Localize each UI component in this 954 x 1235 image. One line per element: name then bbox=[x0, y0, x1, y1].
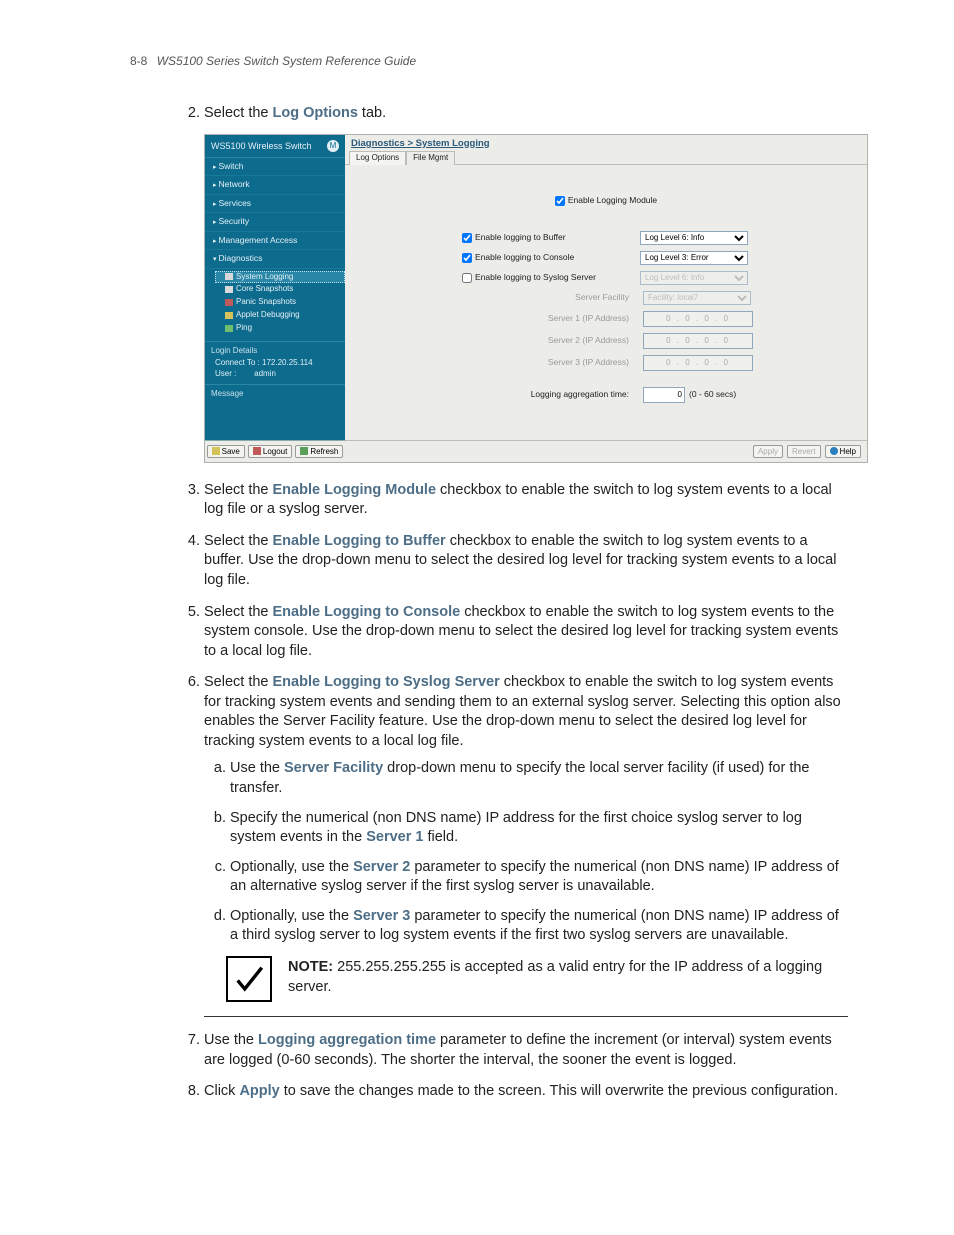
bold-aggregation: Logging aggregation time bbox=[258, 1032, 436, 1048]
refresh-icon bbox=[300, 447, 308, 455]
bold-enable-syslog: Enable Logging to Syslog Server bbox=[273, 674, 500, 690]
screenshot: WS5100 Wireless Switch M Switch Network … bbox=[204, 134, 868, 463]
breadcrumb: Diagnostics > System Logging bbox=[345, 135, 867, 151]
tab-file-mgmt[interactable]: File Mgmt bbox=[406, 151, 455, 165]
step-7: Use the Logging aggregation time paramet… bbox=[204, 1031, 848, 1070]
step-6a: Use the Server Facility drop-down menu t… bbox=[230, 759, 848, 798]
step-6: Select the Enable Logging to Syslog Serv… bbox=[204, 673, 848, 1017]
step-6c: Optionally, use the Server 2 parameter t… bbox=[230, 858, 848, 897]
page-icon bbox=[225, 273, 233, 280]
login-details-panel: Login Details Connect To : 172.20.25.114… bbox=[205, 341, 345, 384]
server1-ip-input[interactable] bbox=[643, 311, 753, 327]
note-text: 255.255.255.255 is accepted as a valid e… bbox=[288, 959, 822, 995]
nav-management-access[interactable]: Management Access bbox=[205, 232, 345, 250]
tree-system-logging[interactable]: System Logging bbox=[215, 271, 345, 284]
main-panel: Diagnostics > System Logging Log Options… bbox=[345, 135, 867, 462]
enable-buffer-label: Enable logging to Buffer bbox=[462, 232, 566, 242]
bold-apply: Apply bbox=[239, 1083, 279, 1099]
message-title: Message bbox=[211, 389, 339, 400]
help-icon bbox=[830, 447, 838, 455]
tree-core-snapshots[interactable]: Core Snapshots bbox=[215, 283, 345, 296]
buffer-loglevel-select[interactable]: Log Level 6: Info bbox=[640, 231, 748, 245]
nav-diagnostics[interactable]: Diagnostics bbox=[205, 250, 345, 268]
refresh-button[interactable]: Refresh bbox=[295, 445, 343, 458]
save-icon bbox=[212, 447, 220, 455]
doc-title: WS5100 Series Switch System Reference Gu… bbox=[157, 54, 416, 68]
page-header: 8-8 WS5100 Series Switch System Referenc… bbox=[130, 54, 848, 68]
enable-logging-module-checkbox[interactable] bbox=[555, 196, 565, 206]
tab-bar: Log Options File Mgmt bbox=[345, 150, 867, 165]
bold-enable-module: Enable Logging Module bbox=[273, 482, 437, 498]
enable-console-label: Enable logging to Console bbox=[462, 252, 574, 262]
checkmark-icon bbox=[226, 956, 272, 1002]
tab-log-options[interactable]: Log Options bbox=[349, 151, 406, 165]
syslog-loglevel-select[interactable]: Log Level 6: Info bbox=[640, 271, 748, 285]
nav-switch[interactable]: Switch bbox=[205, 158, 345, 176]
bold-server1: Server 1 bbox=[366, 829, 423, 845]
server1-label: Server 1 (IP Address) bbox=[459, 313, 635, 324]
logout-button[interactable]: Logout bbox=[248, 445, 292, 458]
bold-log-options: Log Options bbox=[273, 105, 358, 121]
bold-enable-buffer: Enable Logging to Buffer bbox=[273, 533, 446, 549]
sidebar: WS5100 Wireless Switch M Switch Network … bbox=[205, 135, 345, 462]
ping-icon bbox=[225, 325, 233, 332]
enable-syslog-label: Enable logging to Syslog Server bbox=[462, 272, 596, 282]
step-6d: Optionally, use the Server 3 parameter t… bbox=[230, 907, 848, 946]
bug-icon bbox=[225, 312, 233, 319]
nav-security[interactable]: Security bbox=[205, 213, 345, 231]
login-details-title: Login Details bbox=[211, 346, 339, 357]
server2-label: Server 2 (IP Address) bbox=[459, 335, 635, 346]
aggregation-time-input[interactable] bbox=[643, 387, 685, 403]
server-facility-label: Server Facility bbox=[459, 292, 635, 303]
page-number: 8-8 bbox=[130, 54, 147, 68]
nav-services[interactable]: Services bbox=[205, 195, 345, 213]
step-3: Select the Enable Logging Module checkbo… bbox=[204, 481, 848, 520]
page-icon bbox=[225, 286, 233, 293]
tree-applet-debugging[interactable]: Applet Debugging bbox=[215, 309, 345, 322]
help-button[interactable]: Help bbox=[825, 445, 861, 458]
footer-button-bar: Apply Revert Help bbox=[345, 440, 867, 462]
logout-icon bbox=[253, 447, 261, 455]
server3-ip-input[interactable] bbox=[643, 355, 753, 371]
connect-ip: 172.20.25.114 bbox=[262, 358, 313, 367]
save-button[interactable]: Save bbox=[207, 445, 245, 458]
bold-server3: Server 3 bbox=[353, 908, 410, 924]
step-5: Select the Enable Logging to Console che… bbox=[204, 603, 848, 662]
bold-enable-console: Enable Logging to Console bbox=[273, 604, 461, 620]
diagnostics-tree: System Logging Core Snapshots Panic Snap… bbox=[205, 269, 345, 341]
note-label: NOTE: bbox=[288, 959, 333, 975]
bold-server2: Server 2 bbox=[353, 859, 410, 875]
console-loglevel-select[interactable]: Log Level 3: Error bbox=[640, 251, 748, 265]
note-block: NOTE: 255.255.255.255 is accepted as a v… bbox=[204, 956, 848, 1017]
enable-console-checkbox[interactable] bbox=[462, 253, 472, 263]
motorola-logo-icon: M bbox=[327, 140, 339, 152]
aggregation-label: Logging aggregation time: bbox=[459, 389, 635, 400]
enable-buffer-checkbox[interactable] bbox=[462, 233, 472, 243]
enable-logging-module-label: Enable Logging Module bbox=[555, 195, 657, 205]
step-6b: Specify the numerical (non DNS name) IP … bbox=[230, 809, 848, 848]
bold-server-facility: Server Facility bbox=[284, 760, 383, 776]
tree-ping[interactable]: Ping bbox=[215, 322, 345, 335]
nav-network[interactable]: Network bbox=[205, 176, 345, 194]
aggregation-hint: (0 - 60 secs) bbox=[689, 389, 736, 400]
enable-syslog-checkbox[interactable] bbox=[462, 273, 472, 283]
server3-label: Server 3 (IP Address) bbox=[459, 357, 635, 368]
tree-panic-snapshots[interactable]: Panic Snapshots bbox=[215, 296, 345, 309]
step-8: Click Apply to save the changes made to … bbox=[204, 1082, 848, 1102]
apply-button[interactable]: Apply bbox=[753, 445, 783, 458]
login-user: admin bbox=[254, 369, 276, 378]
server2-ip-input[interactable] bbox=[643, 333, 753, 349]
brand-label: WS5100 Wireless Switch bbox=[211, 140, 312, 152]
server-facility-select[interactable]: Facility: local7 bbox=[643, 291, 751, 305]
step-4: Select the Enable Logging to Buffer chec… bbox=[204, 532, 848, 591]
sidebar-button-row: Save Logout Refresh bbox=[205, 440, 345, 462]
message-panel: Message bbox=[205, 384, 345, 440]
brand-bar: WS5100 Wireless Switch M bbox=[205, 135, 345, 158]
alert-icon bbox=[225, 299, 233, 306]
revert-button[interactable]: Revert bbox=[787, 445, 821, 458]
step-2: Select the Log Options tab. WS5100 Wirel… bbox=[204, 104, 848, 463]
